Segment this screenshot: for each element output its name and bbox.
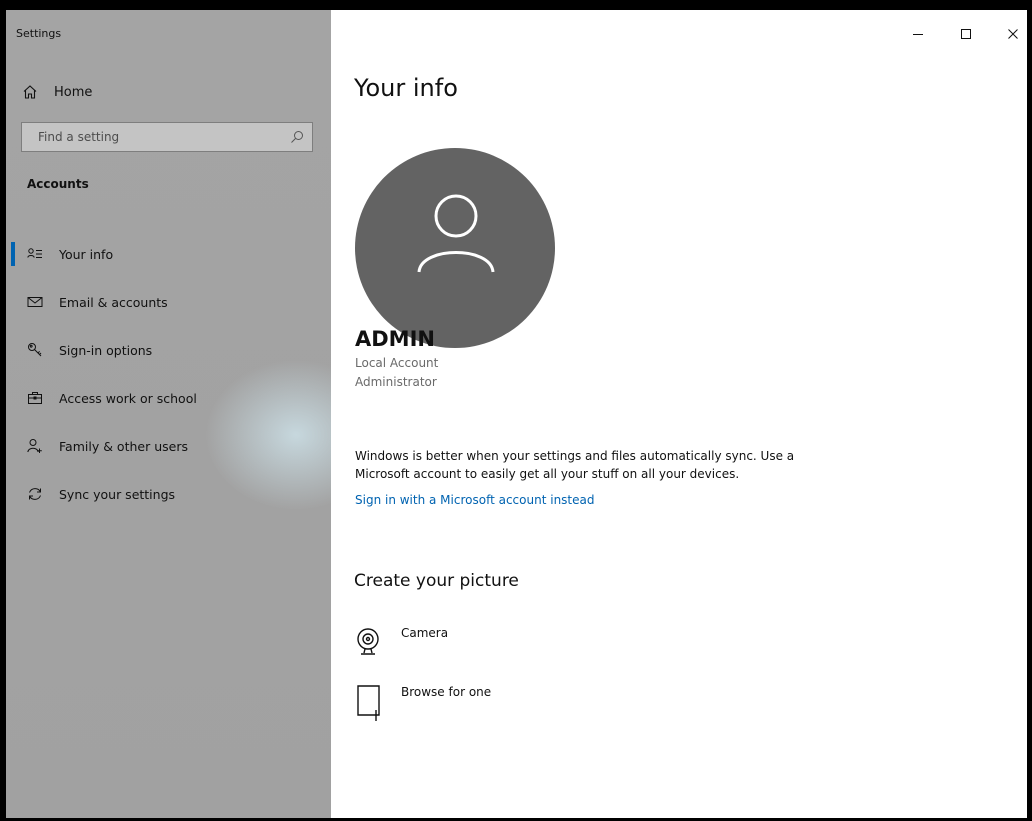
camera-icon <box>355 624 385 660</box>
sidebar-item-home[interactable]: Home <box>22 80 92 104</box>
page-title: Your info <box>354 74 458 102</box>
search-input[interactable] <box>22 122 290 152</box>
signin-microsoft-link[interactable]: Sign in with a Microsoft account instead <box>355 493 594 507</box>
avatar <box>355 148 555 348</box>
account-role: Administrator <box>355 375 437 389</box>
sidebar: Settings Home Accounts <box>6 10 331 818</box>
sidebar-item-label: Sign-in options <box>59 342 153 358</box>
home-icon <box>22 84 38 100</box>
key-icon <box>27 342 43 358</box>
your-info-icon <box>27 246 43 262</box>
sidebar-item-email-accounts[interactable]: Email & accounts <box>6 278 331 326</box>
sidebar-item-label: Family & other users <box>59 438 188 454</box>
sidebar-item-access-work[interactable]: Access work or school <box>6 374 331 422</box>
picture-section-title: Create your picture <box>354 571 519 591</box>
sync-icon <box>27 486 43 502</box>
browse-icon <box>355 683 385 721</box>
section-title: Accounts <box>27 177 89 191</box>
sidebar-item-sign-in-options[interactable]: Sign-in options <box>6 326 331 374</box>
app-title: Settings <box>16 27 62 40</box>
sidebar-item-label: Your info <box>59 246 114 262</box>
sidebar-nav: Your info Email & accounts Sign-in optio… <box>6 230 331 518</box>
sidebar-item-sync-settings[interactable]: Sync your settings <box>6 470 331 518</box>
sidebar-item-label: Email & accounts <box>59 294 168 310</box>
email-icon <box>27 294 43 310</box>
camera-label: Camera <box>401 626 449 640</box>
sidebar-item-label: Access work or school <box>59 390 197 406</box>
account-type: Local Account <box>355 356 439 370</box>
browse-label: Browse for one <box>401 685 492 699</box>
add-person-icon <box>27 438 43 454</box>
sidebar-item-family-users[interactable]: Family & other users <box>6 422 331 470</box>
user-name: ADMIN <box>355 327 435 351</box>
home-label: Home <box>54 84 93 100</box>
camera-option[interactable]: Camera <box>355 624 448 660</box>
search-icon[interactable] <box>290 130 304 144</box>
user-avatar-icon <box>415 188 497 280</box>
settings-window: Settings Home Accounts <box>6 10 1027 818</box>
search-box <box>21 122 313 152</box>
sidebar-item-label: Sync your settings <box>59 486 176 502</box>
briefcase-icon <box>27 390 43 406</box>
main-content: Your info ADMIN Local Account Administra… <box>354 10 1027 818</box>
sidebar-item-your-info[interactable]: Your info <box>6 230 331 278</box>
browse-option[interactable]: Browse for one <box>355 683 492 721</box>
sync-message: Windows is better when your settings and… <box>355 449 795 481</box>
